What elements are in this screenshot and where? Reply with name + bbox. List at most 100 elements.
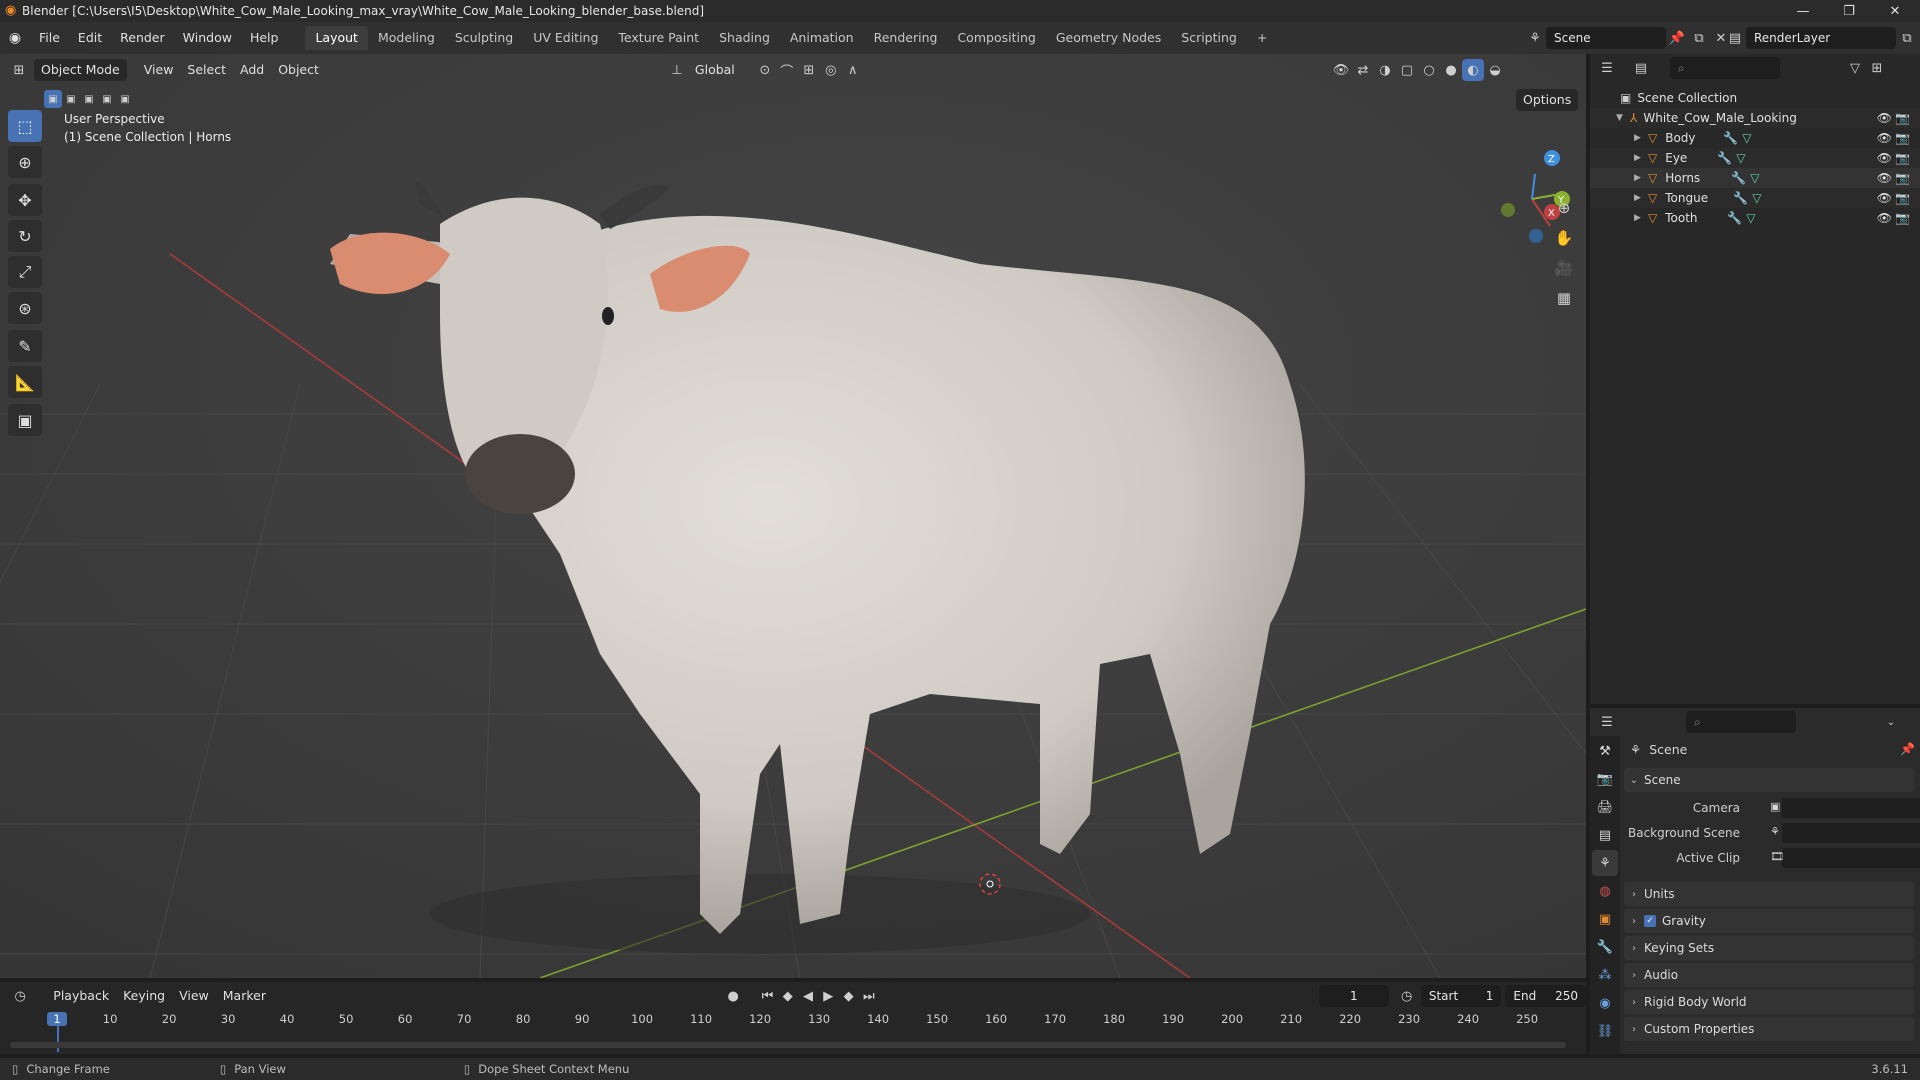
annotate-icon[interactable]: ✎ [8,330,42,362]
world-tab-icon[interactable]: ◍ [1592,878,1618,904]
gravity-panel[interactable]: › ✓ Gravity [1624,909,1914,933]
render-tab-icon[interactable]: 📷 [1592,766,1618,792]
active-clip-field[interactable] [1782,848,1920,868]
transform-icon[interactable]: ⊛ [8,292,42,324]
view-layer-field[interactable]: RenderLayer [1746,27,1896,49]
camera-field[interactable] [1782,798,1920,818]
pivot-point-icon[interactable]: ⊙ [754,59,776,81]
menu-add[interactable]: Add [233,59,271,81]
outliner-row-eye[interactable]: ▶ ▽ Eye 🔧 ▽ 👁 📷 [1590,148,1920,168]
add-workspace-button[interactable]: + [1247,26,1277,50]
measure-icon[interactable]: 📐 [8,366,42,398]
tab-uv-editing[interactable]: UV Editing [523,26,608,50]
menu-timeline-view[interactable]: View [172,985,216,1007]
current-frame-field[interactable]: 1 [1319,985,1389,1007]
menu-playback[interactable]: Playback [46,985,116,1007]
background-scene-field[interactable] [1782,823,1920,843]
rigid-body-world-panel[interactable]: › Rigid Body World [1624,990,1914,1014]
close-icon[interactable]: ✕ [1872,0,1918,22]
snap-target-icon[interactable]: ⊞ [798,59,820,81]
menu-marker[interactable]: Marker [216,985,273,1007]
modifier-wrench-icon[interactable]: 🔧 [1727,211,1742,225]
menu-select[interactable]: Select [180,59,233,81]
menu-edit[interactable]: Edit [69,22,111,54]
xray-toggle-icon[interactable]: ▢ [1396,59,1418,81]
options-chevron-icon[interactable]: ⌄ [1880,711,1902,733]
outliner-search-input[interactable]: ⌕ [1670,57,1780,79]
end-frame-field[interactable]: End 250 [1505,985,1586,1007]
outliner-row-tooth[interactable]: ▶ ▽ Tooth 🔧 ▽ 👁 📷 [1590,208,1920,228]
constraints-tab-icon[interactable]: ⛓ [1592,1018,1618,1044]
wireframe-shading-icon[interactable]: ○ [1418,59,1440,81]
render-camera-icon[interactable]: 📷 [1895,211,1910,225]
outliner-row-tongue[interactable]: ▶ ▽ Tongue 🔧 ▽ 👁 📷 [1590,188,1920,208]
scene-name-field[interactable]: Scene [1546,27,1666,49]
modifier-tab-icon[interactable]: 🔧 [1592,934,1618,960]
object-tab-icon[interactable]: ▣ [1592,906,1618,932]
particles-tab-icon[interactable]: ⁂ [1592,962,1618,988]
outliner-row-horns[interactable]: ▶ ▽ Horns 🔧 ▽ 👁 📷 [1590,168,1920,188]
add-cube-icon[interactable]: ▣ [8,404,42,436]
menu-help[interactable]: Help [241,22,288,54]
tool-tab-icon[interactable]: ⚒ [1592,738,1618,764]
rendered-shading-icon[interactable]: ◒ [1484,59,1506,81]
play-icon[interactable]: ▶ [818,985,838,1007]
timeline-editor-icon[interactable]: ◷ [10,985,30,1007]
menu-file[interactable]: File [30,22,69,54]
scene-tab-icon[interactable]: ⚘ [1592,850,1618,876]
render-camera-icon[interactable]: 📷 [1895,171,1910,185]
menu-keying[interactable]: Keying [116,985,172,1007]
perspective-grid-icon[interactable]: ▦ [1550,284,1578,312]
tab-texture-paint[interactable]: Texture Paint [608,26,709,50]
tab-animation[interactable]: Animation [780,26,864,50]
transform-orientation-selector[interactable]: Global [688,59,742,81]
3d-viewport[interactable]: Z Y X ⊞ Object Mode View Select Add Obje… [0,54,1586,978]
solid-shading-icon[interactable]: ● [1440,59,1462,81]
menu-render[interactable]: Render [111,22,174,54]
prev-keyframe-icon[interactable]: ◆ [778,985,798,1007]
tab-rendering[interactable]: Rendering [864,26,948,50]
play-reverse-icon[interactable]: ◀ [798,985,818,1007]
properties-editor-icon[interactable]: ☰ [1596,711,1618,733]
move-icon[interactable]: ✥ [8,184,42,216]
snap-icon[interactable]: ⌒ [776,59,798,81]
select-difference-icon[interactable]: ▣ [98,90,116,108]
expand-arrow-icon[interactable]: ▶ [1634,153,1648,163]
outliner-editor-icon[interactable]: ☰ [1596,57,1618,79]
jump-start-icon[interactable]: ⏮ [757,985,777,1007]
outliner-row-collection[interactable]: ▼ ⅄ White_Cow_Male_Looking 👁 📷 [1590,108,1920,128]
menu-view[interactable]: View [137,59,181,81]
render-camera-icon[interactable]: 📷 [1895,191,1910,205]
properties-search-input[interactable]: ⌕ [1686,711,1796,733]
physics-tab-icon[interactable]: ◉ [1592,990,1618,1016]
playhead-line[interactable] [57,1026,59,1052]
record-icon[interactable]: ● [723,985,743,1007]
select-new-icon[interactable]: ▣ [44,90,62,108]
preview-range-icon[interactable]: ◷ [1397,985,1417,1007]
select-subtract-icon[interactable]: ▣ [80,90,98,108]
mesh-data-icon[interactable]: ▽ [1742,131,1751,145]
pan-hand-icon[interactable]: ✋ [1550,224,1578,252]
zoom-icon[interactable]: ⊕ [1550,194,1578,222]
outliner-row-scene-collection[interactable]: ▣ Scene Collection [1590,88,1920,108]
keying-sets-panel[interactable]: › Keying Sets [1624,936,1914,960]
units-panel[interactable]: › Units [1624,882,1914,906]
visibility-eye-icon[interactable]: 👁 [1877,111,1892,125]
tab-geometry-nodes[interactable]: Geometry Nodes [1046,26,1171,50]
audio-panel[interactable]: › Audio [1624,963,1914,987]
custom-properties-panel[interactable]: › Custom Properties [1624,1017,1914,1041]
visibility-eye-icon[interactable]: 👁 [1877,191,1892,205]
outliner-row-body[interactable]: ▶ ▽ Body 🔧 ▽ 👁 📷 [1590,128,1920,148]
timeline-scrollbar[interactable] [10,1042,1566,1048]
expand-arrow-icon[interactable]: ▶ [1634,193,1648,203]
tab-compositing[interactable]: Compositing [947,26,1045,50]
camera-view-icon[interactable]: 🎥 [1550,254,1578,282]
mesh-data-icon[interactable]: ▽ [1746,211,1755,225]
expand-arrow-icon[interactable]: ▶ [1634,173,1648,183]
start-frame-field[interactable]: Start 1 [1420,985,1502,1007]
modifier-wrench-icon[interactable]: 🔧 [1723,131,1738,145]
scale-icon[interactable]: ⤢ [8,256,42,288]
visibility-eye-icon[interactable]: 👁 [1877,171,1892,185]
jump-end-icon[interactable]: ⏭ [859,985,879,1007]
tab-layout[interactable]: Layout [305,26,368,50]
